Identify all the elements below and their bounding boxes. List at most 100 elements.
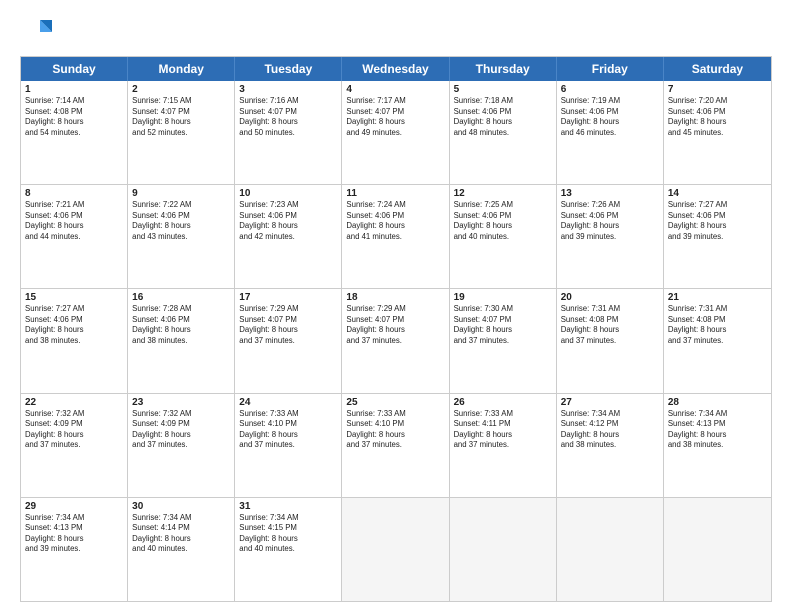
cell-info-line: Sunset: 4:08 PM [561,315,659,326]
cell-info-line: Daylight: 8 hours [132,117,230,128]
cell-info-line: Sunset: 4:07 PM [239,107,337,118]
table-row: 31Sunrise: 7:34 AMSunset: 4:15 PMDayligh… [235,498,342,601]
table-row: 13Sunrise: 7:26 AMSunset: 4:06 PMDayligh… [557,185,664,288]
cell-info-line: Sunrise: 7:16 AM [239,96,337,107]
table-row: 22Sunrise: 7:32 AMSunset: 4:09 PMDayligh… [21,394,128,497]
day-number: 30 [132,501,230,512]
cell-info-line: and 45 minutes. [668,128,767,139]
cell-info-line: and 38 minutes. [561,440,659,451]
cell-info-line: Sunrise: 7:18 AM [454,96,552,107]
cell-info-line: Sunrise: 7:34 AM [132,513,230,524]
cell-info-line: Sunrise: 7:29 AM [239,304,337,315]
table-row [664,498,771,601]
cell-info-line: Sunset: 4:07 PM [346,315,444,326]
cell-info-line: Sunrise: 7:25 AM [454,200,552,211]
cell-info-line: Daylight: 8 hours [239,117,337,128]
table-row: 23Sunrise: 7:32 AMSunset: 4:09 PMDayligh… [128,394,235,497]
logo-icon [20,16,52,48]
day-number: 27 [561,397,659,408]
table-row: 1Sunrise: 7:14 AMSunset: 4:08 PMDaylight… [21,81,128,184]
cell-info-line: Sunrise: 7:34 AM [239,513,337,524]
day-number: 3 [239,84,337,95]
cell-info-line: Sunrise: 7:31 AM [561,304,659,315]
table-row: 18Sunrise: 7:29 AMSunset: 4:07 PMDayligh… [342,289,449,392]
cell-info-line: Daylight: 8 hours [561,221,659,232]
day-number: 9 [132,188,230,199]
calendar-row-2: 8Sunrise: 7:21 AMSunset: 4:06 PMDaylight… [21,184,771,288]
cell-info-line: Sunset: 4:07 PM [132,107,230,118]
cell-info-line: Sunrise: 7:30 AM [454,304,552,315]
day-number: 14 [668,188,767,199]
table-row: 15Sunrise: 7:27 AMSunset: 4:06 PMDayligh… [21,289,128,392]
cell-info-line: Sunset: 4:13 PM [668,419,767,430]
header-day-monday: Monday [128,57,235,81]
calendar-row-1: 1Sunrise: 7:14 AMSunset: 4:08 PMDaylight… [21,81,771,184]
cell-info-line: and 39 minutes. [668,232,767,243]
cell-info-line: Sunrise: 7:34 AM [668,409,767,420]
cell-info-line: Daylight: 8 hours [668,117,767,128]
day-number: 6 [561,84,659,95]
header-day-wednesday: Wednesday [342,57,449,81]
cell-info-line: Sunset: 4:06 PM [239,211,337,222]
cell-info-line: Daylight: 8 hours [668,221,767,232]
cell-info-line: Sunrise: 7:29 AM [346,304,444,315]
cell-info-line: Sunrise: 7:33 AM [346,409,444,420]
cell-info-line: Daylight: 8 hours [454,430,552,441]
day-number: 22 [25,397,123,408]
table-row: 7Sunrise: 7:20 AMSunset: 4:06 PMDaylight… [664,81,771,184]
cell-info-line: Daylight: 8 hours [346,117,444,128]
cell-info-line: Daylight: 8 hours [454,325,552,336]
cell-info-line: and 40 minutes. [454,232,552,243]
cell-info-line: Sunrise: 7:33 AM [239,409,337,420]
cell-info-line: and 37 minutes. [239,336,337,347]
cell-info-line: Sunset: 4:06 PM [346,211,444,222]
table-row: 14Sunrise: 7:27 AMSunset: 4:06 PMDayligh… [664,185,771,288]
cell-info-line: Daylight: 8 hours [239,534,337,545]
cell-info-line: and 37 minutes. [239,440,337,451]
cell-info-line: Sunset: 4:08 PM [25,107,123,118]
day-number: 20 [561,292,659,303]
calendar: SundayMondayTuesdayWednesdayThursdayFrid… [20,56,772,602]
cell-info-line: and 50 minutes. [239,128,337,139]
cell-info-line: and 40 minutes. [239,544,337,555]
cell-info-line: and 37 minutes. [346,336,444,347]
cell-info-line: Daylight: 8 hours [668,430,767,441]
cell-info-line: Sunrise: 7:14 AM [25,96,123,107]
table-row: 10Sunrise: 7:23 AMSunset: 4:06 PMDayligh… [235,185,342,288]
cell-info-line: Daylight: 8 hours [25,534,123,545]
cell-info-line: Sunset: 4:13 PM [25,523,123,534]
cell-info-line: Sunrise: 7:26 AM [561,200,659,211]
table-row: 27Sunrise: 7:34 AMSunset: 4:12 PMDayligh… [557,394,664,497]
cell-info-line: Sunrise: 7:22 AM [132,200,230,211]
logo [20,16,56,48]
day-number: 17 [239,292,337,303]
day-number: 29 [25,501,123,512]
table-row: 20Sunrise: 7:31 AMSunset: 4:08 PMDayligh… [557,289,664,392]
calendar-page: SundayMondayTuesdayWednesdayThursdayFrid… [0,0,792,612]
header-day-friday: Friday [557,57,664,81]
cell-info-line: and 43 minutes. [132,232,230,243]
day-number: 31 [239,501,337,512]
cell-info-line: Sunset: 4:10 PM [239,419,337,430]
table-row: 6Sunrise: 7:19 AMSunset: 4:06 PMDaylight… [557,81,664,184]
table-row [342,498,449,601]
day-number: 13 [561,188,659,199]
table-row: 11Sunrise: 7:24 AMSunset: 4:06 PMDayligh… [342,185,449,288]
table-row: 28Sunrise: 7:34 AMSunset: 4:13 PMDayligh… [664,394,771,497]
day-number: 16 [132,292,230,303]
cell-info-line: and 37 minutes. [454,440,552,451]
cell-info-line: Daylight: 8 hours [561,325,659,336]
cell-info-line: Daylight: 8 hours [132,534,230,545]
cell-info-line: and 54 minutes. [25,128,123,139]
cell-info-line: and 38 minutes. [132,336,230,347]
cell-info-line: Sunset: 4:06 PM [454,107,552,118]
cell-info-line: Sunrise: 7:19 AM [561,96,659,107]
cell-info-line: Daylight: 8 hours [454,117,552,128]
header-day-saturday: Saturday [664,57,771,81]
cell-info-line: and 37 minutes. [132,440,230,451]
cell-info-line: Daylight: 8 hours [454,221,552,232]
cell-info-line: and 49 minutes. [346,128,444,139]
day-number: 19 [454,292,552,303]
table-row: 21Sunrise: 7:31 AMSunset: 4:08 PMDayligh… [664,289,771,392]
cell-info-line: and 37 minutes. [668,336,767,347]
